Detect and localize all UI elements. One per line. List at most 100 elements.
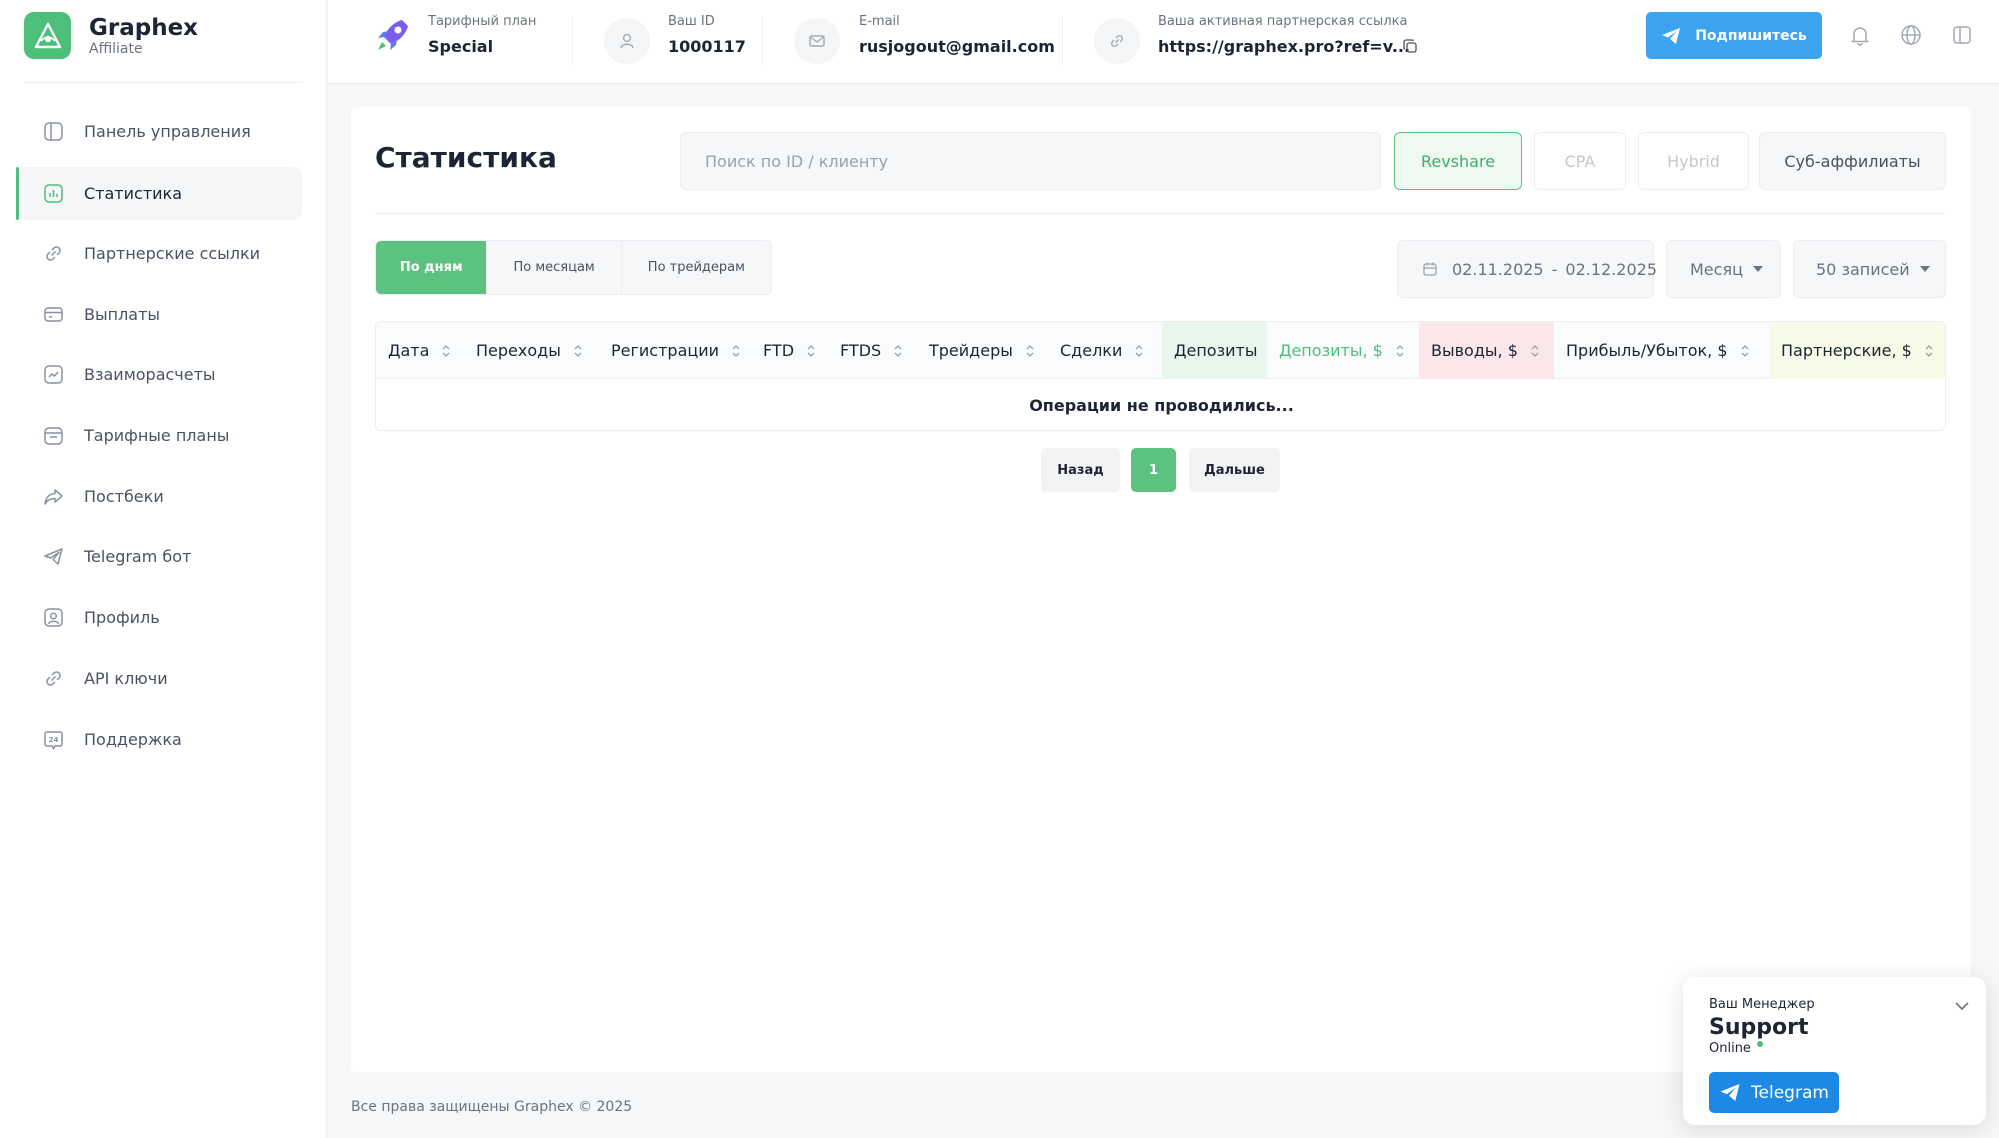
page-size-select[interactable]: 50 записей xyxy=(1793,240,1946,298)
telegram-button[interactable]: Telegram xyxy=(1709,1072,1839,1113)
globe-icon[interactable] xyxy=(1900,24,1922,46)
filter-revshare[interactable]: Revshare xyxy=(1394,132,1522,190)
ref-link-caption: Ваша активная партнерская ссылка xyxy=(1158,14,1408,29)
telegram-icon xyxy=(1719,1083,1741,1102)
ref-link-value: https://graphex.pro?ref=v... xyxy=(1158,37,1411,56)
column-header[interactable]: Трейдеры xyxy=(917,322,1048,379)
sort-icon xyxy=(1395,344,1405,358)
brand-name: Graphex xyxy=(89,14,199,41)
sort-icon xyxy=(1025,344,1035,358)
column-label: Депозиты xyxy=(1174,341,1258,360)
sidebar-item-label: Тарифные планы xyxy=(84,426,230,445)
column-header[interactable]: Депозиты, $ xyxy=(1267,322,1419,379)
column-header[interactable]: Партнерские, $ xyxy=(1769,322,1945,379)
graphex-logo-icon xyxy=(24,12,71,59)
chevron-down-icon xyxy=(1919,266,1930,272)
empty-state: Операции не проводились... xyxy=(1029,395,1294,415)
brand-subtitle: Affiliate xyxy=(89,40,143,57)
next-page-button[interactable]: Дальше xyxy=(1189,448,1280,492)
email-value: rusjogout@gmail.com xyxy=(859,37,1055,56)
support-24-icon: 24 xyxy=(42,728,65,751)
prev-page-button[interactable]: Назад xyxy=(1041,448,1120,492)
sidebar-item-payout-card[interactable]: Выплаты xyxy=(16,288,302,341)
id-value: 1000117 xyxy=(668,37,746,56)
sidebar-item-label: Telegram бот xyxy=(84,547,192,566)
statistics-table: Дата Переходы Регистрации FTD FTDS Трейдеры Сд… xyxy=(375,321,1946,431)
sidebar-item-api-key[interactable]: API ключи xyxy=(16,652,302,705)
column-header[interactable]: Переходы xyxy=(464,322,599,379)
bell-icon[interactable] xyxy=(1849,24,1871,46)
plan-value: Special xyxy=(428,37,494,56)
statistics-icon xyxy=(42,182,65,205)
column-label: Партнерские, $ xyxy=(1781,341,1912,360)
sidebar-item-label: Панель управления xyxy=(84,122,251,141)
tab-by-months[interactable]: По месяцам xyxy=(487,241,622,294)
manager-caption: Ваш Менеджер xyxy=(1709,997,1815,1012)
column-label: Переходы xyxy=(476,341,561,360)
column-header[interactable]: Сделки xyxy=(1048,322,1162,379)
sort-icon xyxy=(1134,344,1144,358)
sidebar-item-label: Профиль xyxy=(84,608,160,627)
column-header[interactable]: Регистрации xyxy=(599,322,751,379)
divider xyxy=(24,82,302,83)
dashboard-icon xyxy=(42,120,65,143)
svg-text:24: 24 xyxy=(49,736,59,744)
top-bar: Тарифный план Special Ваш ID 1000117 E-m… xyxy=(328,0,1999,84)
column-label: FTDS xyxy=(840,341,882,360)
statistics-card: Статистика Revshare CPA Hybrid Суб-аффил… xyxy=(351,107,1970,1072)
user-icon xyxy=(604,18,650,64)
filter-cpa[interactable]: CPA xyxy=(1534,132,1626,190)
column-header[interactable]: Прибыль/Убыток, $ xyxy=(1554,322,1769,379)
page-1-button[interactable]: 1 xyxy=(1131,448,1176,492)
sidebar-item-tariff[interactable]: Тарифные планы xyxy=(16,409,302,462)
sidebar-item-settlements-chart[interactable]: Взаиморасчеты xyxy=(16,348,302,401)
sidebar-item-postback-share[interactable]: Постбеки xyxy=(16,470,302,523)
footer-copyright: Все права защищены Graphex © 2025 xyxy=(351,1099,633,1115)
sidebar-item-link[interactable]: Партнерские ссылки xyxy=(16,227,302,280)
column-label: Депозиты, $ xyxy=(1279,341,1383,360)
search-input[interactable] xyxy=(680,132,1381,190)
sidebar-item-statistics[interactable]: Статистика xyxy=(16,167,302,220)
calendar-icon xyxy=(1422,261,1438,277)
sidebar-item-label: Партнерские ссылки xyxy=(84,244,261,263)
divider xyxy=(762,16,763,66)
date-to: 02.12.2025 xyxy=(1565,259,1657,279)
telegram-icon xyxy=(1661,27,1681,45)
page-title: Статистика xyxy=(375,141,557,174)
sidebar-item-support-24[interactable]: 24 Поддержка xyxy=(16,713,302,766)
chevron-down-icon[interactable] xyxy=(1953,997,1971,1015)
column-label: Регистрации xyxy=(611,341,720,360)
column-header[interactable]: Дата xyxy=(376,322,464,379)
tab-by-traders[interactable]: По трейдерам xyxy=(622,241,771,294)
column-header: Депозиты xyxy=(1162,322,1267,379)
filter-sub-affiliates[interactable]: Суб-аффилиаты xyxy=(1759,132,1946,190)
column-header[interactable]: FTD xyxy=(751,322,828,379)
sort-icon xyxy=(573,344,583,358)
logo[interactable]: Graphex Affiliate xyxy=(24,12,198,59)
sidebar-toggle-icon[interactable] xyxy=(1951,24,1973,46)
copy-icon[interactable] xyxy=(1402,38,1418,54)
profile-icon xyxy=(42,606,65,629)
tariff-icon xyxy=(42,424,65,447)
sidebar-item-profile[interactable]: Профиль xyxy=(16,591,302,644)
sidebar-item-label: Выплаты xyxy=(84,305,161,324)
plan-caption: Тарифный план xyxy=(428,14,537,29)
manager-widget: Ваш Менеджер Support Online Telegram xyxy=(1683,977,1986,1125)
sidebar-item-label: API ключи xyxy=(84,669,168,688)
sidebar-item-dashboard[interactable]: Панель управления xyxy=(16,105,302,158)
group-select[interactable]: Месяц xyxy=(1666,240,1781,298)
manager-status: Online xyxy=(1709,1041,1751,1056)
column-header[interactable]: FTDS xyxy=(828,322,917,379)
filter-hybrid[interactable]: Hybrid xyxy=(1638,132,1749,190)
column-header[interactable]: Выводы, $ xyxy=(1419,322,1554,379)
divider xyxy=(375,213,1946,214)
tab-by-days[interactable]: По дням xyxy=(376,241,488,294)
date-range-picker[interactable]: 02.11.2025 - 02.12.2025 xyxy=(1397,240,1657,298)
sidebar-item-telegram[interactable]: Telegram бот xyxy=(16,530,302,583)
manager-name: Support xyxy=(1709,1015,1809,1040)
date-from: 02.11.2025 xyxy=(1452,259,1544,279)
sort-icon xyxy=(806,344,816,358)
column-label: Выводы, $ xyxy=(1431,341,1518,360)
subscribe-button[interactable]: Подпишитесь xyxy=(1646,12,1822,59)
link-icon xyxy=(42,242,65,265)
